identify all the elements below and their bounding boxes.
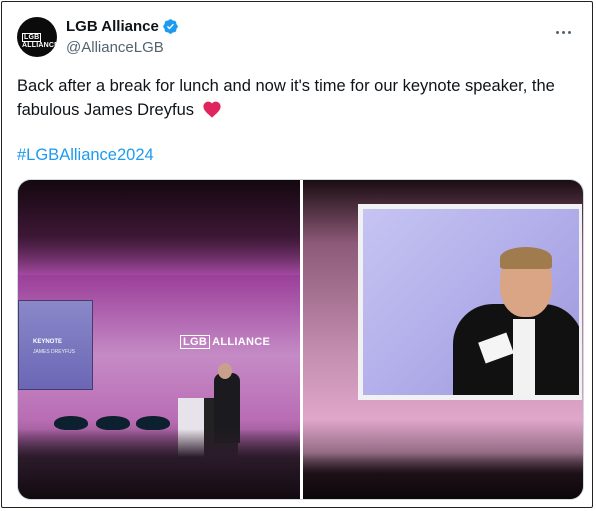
side-screen-subtitle: JAMES DREYFUS (33, 349, 75, 355)
stage-chair (136, 416, 170, 430)
avatar-logo: LGBALLIANCE (22, 33, 57, 49)
tweet-body: Back after a break for lunch and now it'… (17, 77, 555, 119)
projected-speaker-shirt (513, 319, 535, 395)
media-grid: KEYNOTE JAMES DREYFUS LGB ALLIANCE (17, 179, 584, 500)
audience (303, 453, 583, 499)
more-options-icon[interactable] (556, 21, 574, 34)
projection-screen (358, 204, 582, 400)
author-display-name[interactable]: LGB Alliance (66, 18, 159, 35)
avatar[interactable]: LGBALLIANCE (17, 17, 57, 57)
photo-left[interactable]: KEYNOTE JAMES DREYFUS LGB ALLIANCE (18, 180, 300, 499)
projected-image (363, 209, 579, 395)
author-handle[interactable]: @AllianceLGB (66, 39, 164, 56)
heart-emoji-icon (202, 100, 222, 125)
verified-badge-icon (162, 18, 179, 35)
projected-speaker-hair (500, 247, 552, 269)
photo-right[interactable] (303, 180, 583, 499)
stage-chair (96, 416, 130, 430)
hashtag-link[interactable]: #LGBAlliance2024 (17, 146, 154, 165)
stage-wall-logo: LGB ALLIANCE (180, 335, 270, 349)
ceiling-lighting (18, 180, 300, 275)
tweet-text: Back after a break for lunch and now it'… (17, 74, 577, 125)
speaker-head (218, 363, 232, 379)
audience (18, 429, 300, 499)
stage-chair (54, 416, 88, 430)
author-name-row: LGB Alliance (66, 18, 179, 35)
side-screen-title: KEYNOTE (33, 339, 63, 345)
tweet-card[interactable]: LGBALLIANCE LGB Alliance @AllianceLGB Ba… (1, 1, 593, 508)
side-screen: KEYNOTE JAMES DREYFUS (18, 300, 93, 390)
